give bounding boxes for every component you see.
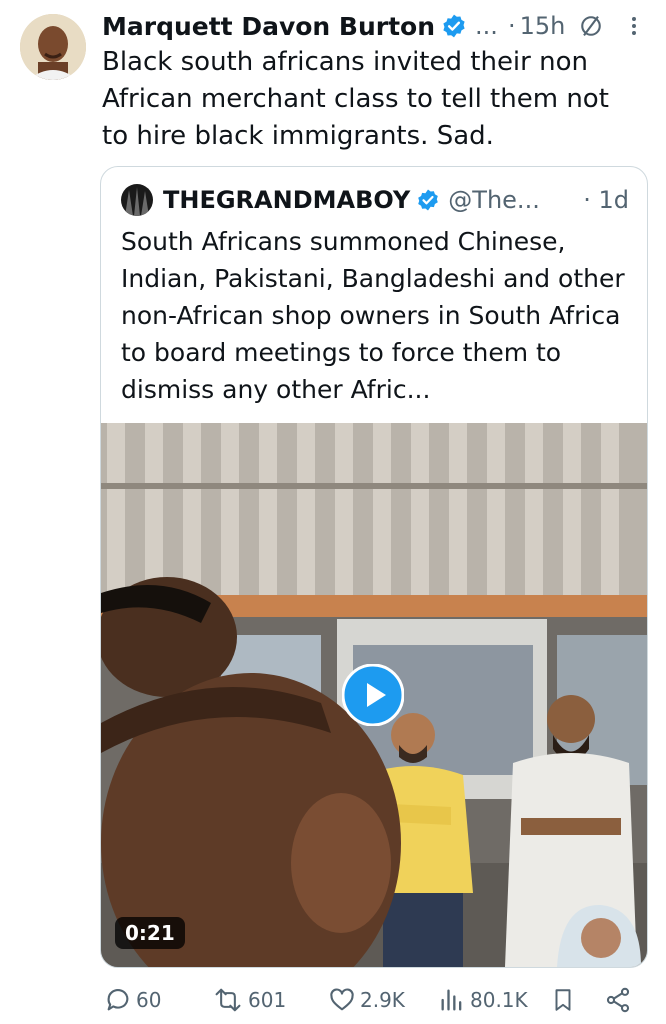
like-button[interactable]: 2.9K xyxy=(328,982,405,1018)
author-name[interactable]: Marquett Davon Burton xyxy=(102,12,435,41)
quote-avatar[interactable] xyxy=(121,184,153,216)
share-button[interactable] xyxy=(604,982,636,1018)
repost-count: 601 xyxy=(248,988,287,1012)
no-reply-icon xyxy=(581,16,602,36)
author-avatar-image xyxy=(20,14,86,80)
tweet-time[interactable]: 15h xyxy=(520,12,566,40)
quoted-tweet-card[interactable]: THEGRANDMABOY @The... · 1d South African… xyxy=(100,166,648,968)
truncation-ellipsis: ... xyxy=(475,12,498,40)
repost-icon xyxy=(215,988,241,1012)
reply-count: 60 xyxy=(136,988,162,1012)
author-avatar[interactable] xyxy=(20,14,86,80)
action-bar: 60 601 2.9K 80.1K xyxy=(100,982,646,1018)
like-icon xyxy=(330,988,354,1011)
tweet-text: Black south africans invited their non A… xyxy=(102,47,609,151)
more-icon[interactable] xyxy=(622,12,646,40)
quote-text: South Africans summoned Chinese, Indian,… xyxy=(121,227,625,404)
repost-button[interactable]: 601 xyxy=(212,982,286,1018)
quote-handle[interactable]: @The... xyxy=(448,186,540,214)
quote-time[interactable]: 1d xyxy=(598,186,629,214)
views-button[interactable]: 80.1K xyxy=(438,982,528,1018)
views-icon xyxy=(441,989,462,1011)
like-count: 2.9K xyxy=(360,988,405,1012)
tweet-header: Marquett Davon Burton ... · 15h xyxy=(102,8,646,44)
share-icon xyxy=(606,987,630,1013)
quote-author-name[interactable]: THEGRANDMABOY xyxy=(163,186,410,214)
play-icon xyxy=(341,663,405,727)
video-player[interactable]: 0:21 xyxy=(101,423,647,967)
bookmark-button[interactable] xyxy=(550,982,580,1018)
time-separator: · xyxy=(507,12,516,40)
quote-time-separator: · xyxy=(583,186,591,214)
verified-badge-icon xyxy=(443,14,465,38)
verified-badge-icon xyxy=(418,189,439,211)
quote-header: THEGRANDMABOY @The... · 1d xyxy=(121,183,629,217)
view-count: 80.1K xyxy=(470,988,528,1012)
reply-button[interactable]: 60 xyxy=(104,982,161,1018)
quote-time-group: · 1d xyxy=(583,186,629,214)
reply-icon xyxy=(107,989,129,1011)
bookmark-icon xyxy=(555,989,571,1011)
quote-avatar-image xyxy=(121,184,153,216)
video-duration: 0:21 xyxy=(115,917,185,949)
play-button[interactable] xyxy=(341,663,405,727)
